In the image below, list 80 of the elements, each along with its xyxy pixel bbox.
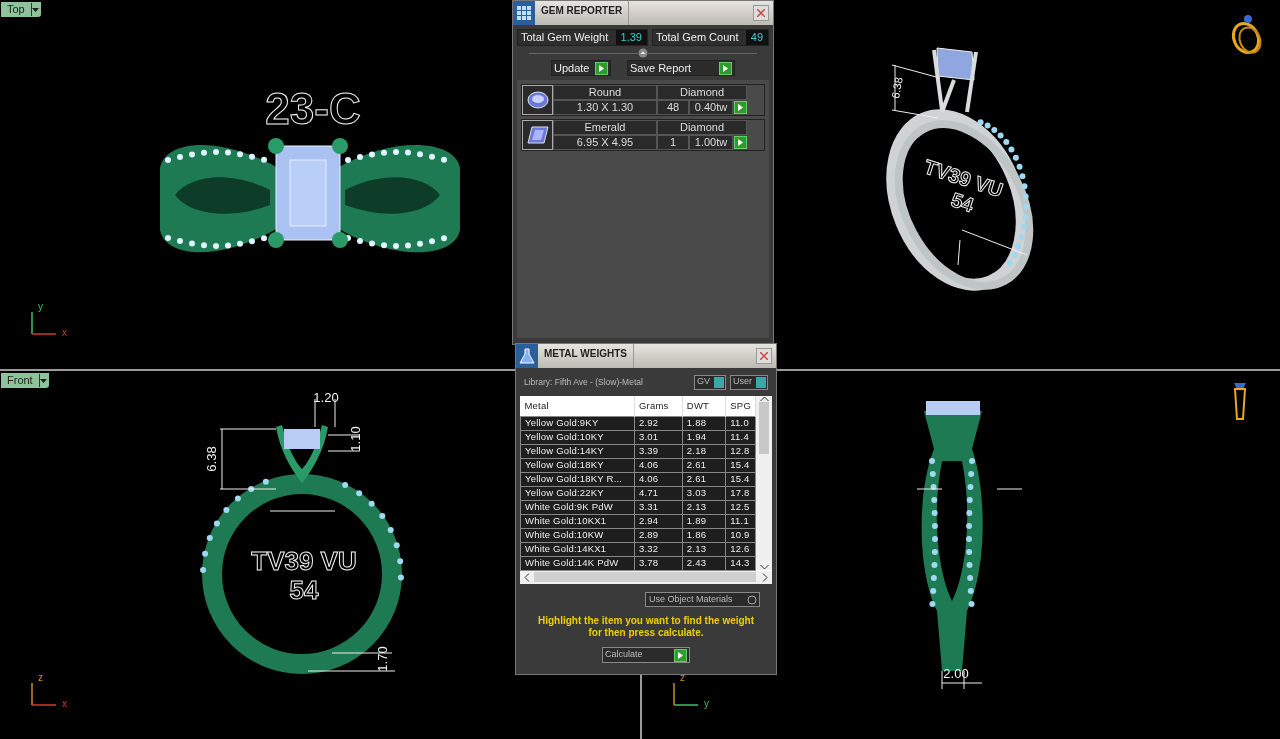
play-icon xyxy=(723,64,728,72)
dimension-label: 6.38 xyxy=(889,76,905,100)
close-button[interactable] xyxy=(753,5,769,21)
axis-label: x xyxy=(62,698,67,709)
gem-icon xyxy=(525,124,550,146)
total-label: Total Gem Weight xyxy=(520,30,610,46)
total-label: Total Gem Count xyxy=(654,30,740,46)
close-icon xyxy=(760,352,768,360)
dimension-label: 6.38 xyxy=(204,446,220,472)
axis-indicator-icon xyxy=(673,682,699,706)
library-label: Library: Fifth Ave - (Slow)-Metal xyxy=(524,375,643,389)
total-value: 1.39 xyxy=(615,30,647,45)
scroll-left-icon xyxy=(524,572,530,582)
flask-icon xyxy=(518,347,536,365)
scroll-up-icon xyxy=(759,396,769,402)
select-button[interactable] xyxy=(734,101,747,114)
instruction-text: Highlight the item you want to find the weight for then press calculate. xyxy=(536,615,756,639)
dimension-label: 2.00 xyxy=(943,666,969,682)
table-cell: 2.92 xyxy=(634,416,683,430)
scroll-down-icon xyxy=(759,564,769,570)
table-cell: 1.30 X 1.30 xyxy=(553,100,657,115)
play-icon xyxy=(678,651,683,659)
action-button[interactable]: Save Report xyxy=(627,60,735,76)
view-menu-button[interactable]: Top xyxy=(1,2,41,17)
axis-label: z xyxy=(38,672,43,683)
table-cell: Diamond xyxy=(657,120,747,135)
scrollbar-thumb[interactable] xyxy=(759,402,769,454)
axis-label: z xyxy=(680,672,685,683)
engraved-text: 54 xyxy=(289,574,319,605)
column-header[interactable]: SPG xyxy=(725,396,756,416)
play-icon xyxy=(599,64,604,72)
table-cell: Round xyxy=(553,85,657,100)
table-cell: 1.88 xyxy=(682,416,726,430)
engraved-text: 23-C xyxy=(265,83,361,133)
table-cell: 1 xyxy=(657,135,689,150)
column-header[interactable]: Metal xyxy=(520,396,635,416)
axis-indicator-icon xyxy=(31,311,57,335)
table-cell: 1.00tw xyxy=(689,135,733,150)
table-cell: 0.40tw xyxy=(689,100,733,115)
table-cell: 48 xyxy=(657,100,689,115)
dimension-label: 1.70 xyxy=(375,646,391,672)
engraved-text: 54 xyxy=(948,188,977,217)
dimension-label: 1.10 xyxy=(348,426,364,452)
table-cell: Emerald xyxy=(553,120,657,135)
collapse-icon xyxy=(638,48,648,58)
column-header[interactable]: Grams xyxy=(634,396,683,416)
close-button[interactable] xyxy=(756,348,772,364)
toggle-button[interactable]: GV xyxy=(693,374,726,390)
axis-indicator-icon xyxy=(31,682,57,706)
radio-icon xyxy=(747,594,757,605)
table-cell: Diamond xyxy=(657,85,747,100)
close-icon xyxy=(757,9,765,17)
axis-label: x xyxy=(62,327,67,338)
caret-icon xyxy=(31,7,39,12)
scrollbar-thumb[interactable] xyxy=(534,572,756,583)
table-cell: 6.95 X 4.95 xyxy=(553,135,657,150)
ring-icon xyxy=(1231,15,1262,54)
axis-label: y xyxy=(704,698,709,709)
window-title: GEM REPORTER xyxy=(540,4,624,18)
calculate-button[interactable]: Calculate xyxy=(602,647,690,663)
total-value: 49 xyxy=(745,30,768,45)
table-cell: 11.0 xyxy=(725,416,756,430)
scroll-right-icon xyxy=(762,572,768,582)
view-menu-button[interactable]: Front xyxy=(1,373,49,388)
caret-icon xyxy=(39,378,47,383)
column-header[interactable]: DWT xyxy=(682,396,726,416)
select-button[interactable] xyxy=(734,136,747,149)
pendant-icon xyxy=(1233,383,1247,420)
axis-label: y xyxy=(38,301,43,312)
use-object-materials-checkbox[interactable]: Use Object Materials xyxy=(645,592,760,607)
window-title: METAL WEIGHTS xyxy=(543,347,628,361)
play-icon xyxy=(738,104,743,111)
engraved-text: TV39 VU xyxy=(251,545,357,576)
play-icon xyxy=(738,139,743,146)
toggle-button[interactable]: User xyxy=(730,374,768,390)
table-cell: Yellow Gold:9KY xyxy=(520,416,635,430)
grid-icon xyxy=(515,4,533,22)
action-button[interactable]: Update xyxy=(551,60,611,76)
dimension-label: 1.20 xyxy=(313,390,339,406)
gem-icon xyxy=(525,89,550,111)
